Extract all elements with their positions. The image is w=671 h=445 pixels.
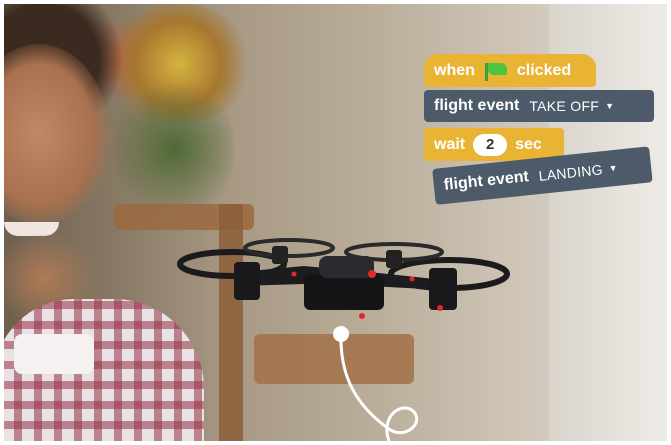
string-line bbox=[339, 333, 418, 441]
caret-down-icon: ▼ bbox=[605, 101, 615, 111]
green-flag-icon bbox=[484, 62, 507, 81]
when-flag-clicked-block[interactable]: when clicked bbox=[424, 54, 596, 87]
wait-seconds-input[interactable]: 2 bbox=[473, 133, 508, 156]
when-label: when bbox=[434, 61, 475, 79]
dropdown-value: TAKE OFF bbox=[529, 98, 600, 114]
wait-label: wait bbox=[434, 135, 466, 153]
flight-event-label: flight event bbox=[434, 97, 520, 114]
caret-down-icon: ▼ bbox=[608, 162, 619, 174]
flight-event-label: flight event bbox=[443, 168, 530, 194]
flight-event-takeoff-block[interactable]: flight event TAKE OFF ▼ bbox=[424, 90, 654, 122]
wait-unit: sec bbox=[515, 135, 542, 153]
wait-block[interactable]: wait 2 sec bbox=[424, 128, 564, 161]
flight-event-dropdown[interactable]: LANDING ▼ bbox=[538, 160, 619, 184]
flight-event-dropdown[interactable]: TAKE OFF ▼ bbox=[529, 98, 614, 114]
photo-background: when clicked flight event TAKE OFF ▼ wai… bbox=[4, 4, 667, 441]
clicked-label: clicked bbox=[516, 61, 572, 79]
dropdown-value: LANDING bbox=[537, 161, 604, 184]
